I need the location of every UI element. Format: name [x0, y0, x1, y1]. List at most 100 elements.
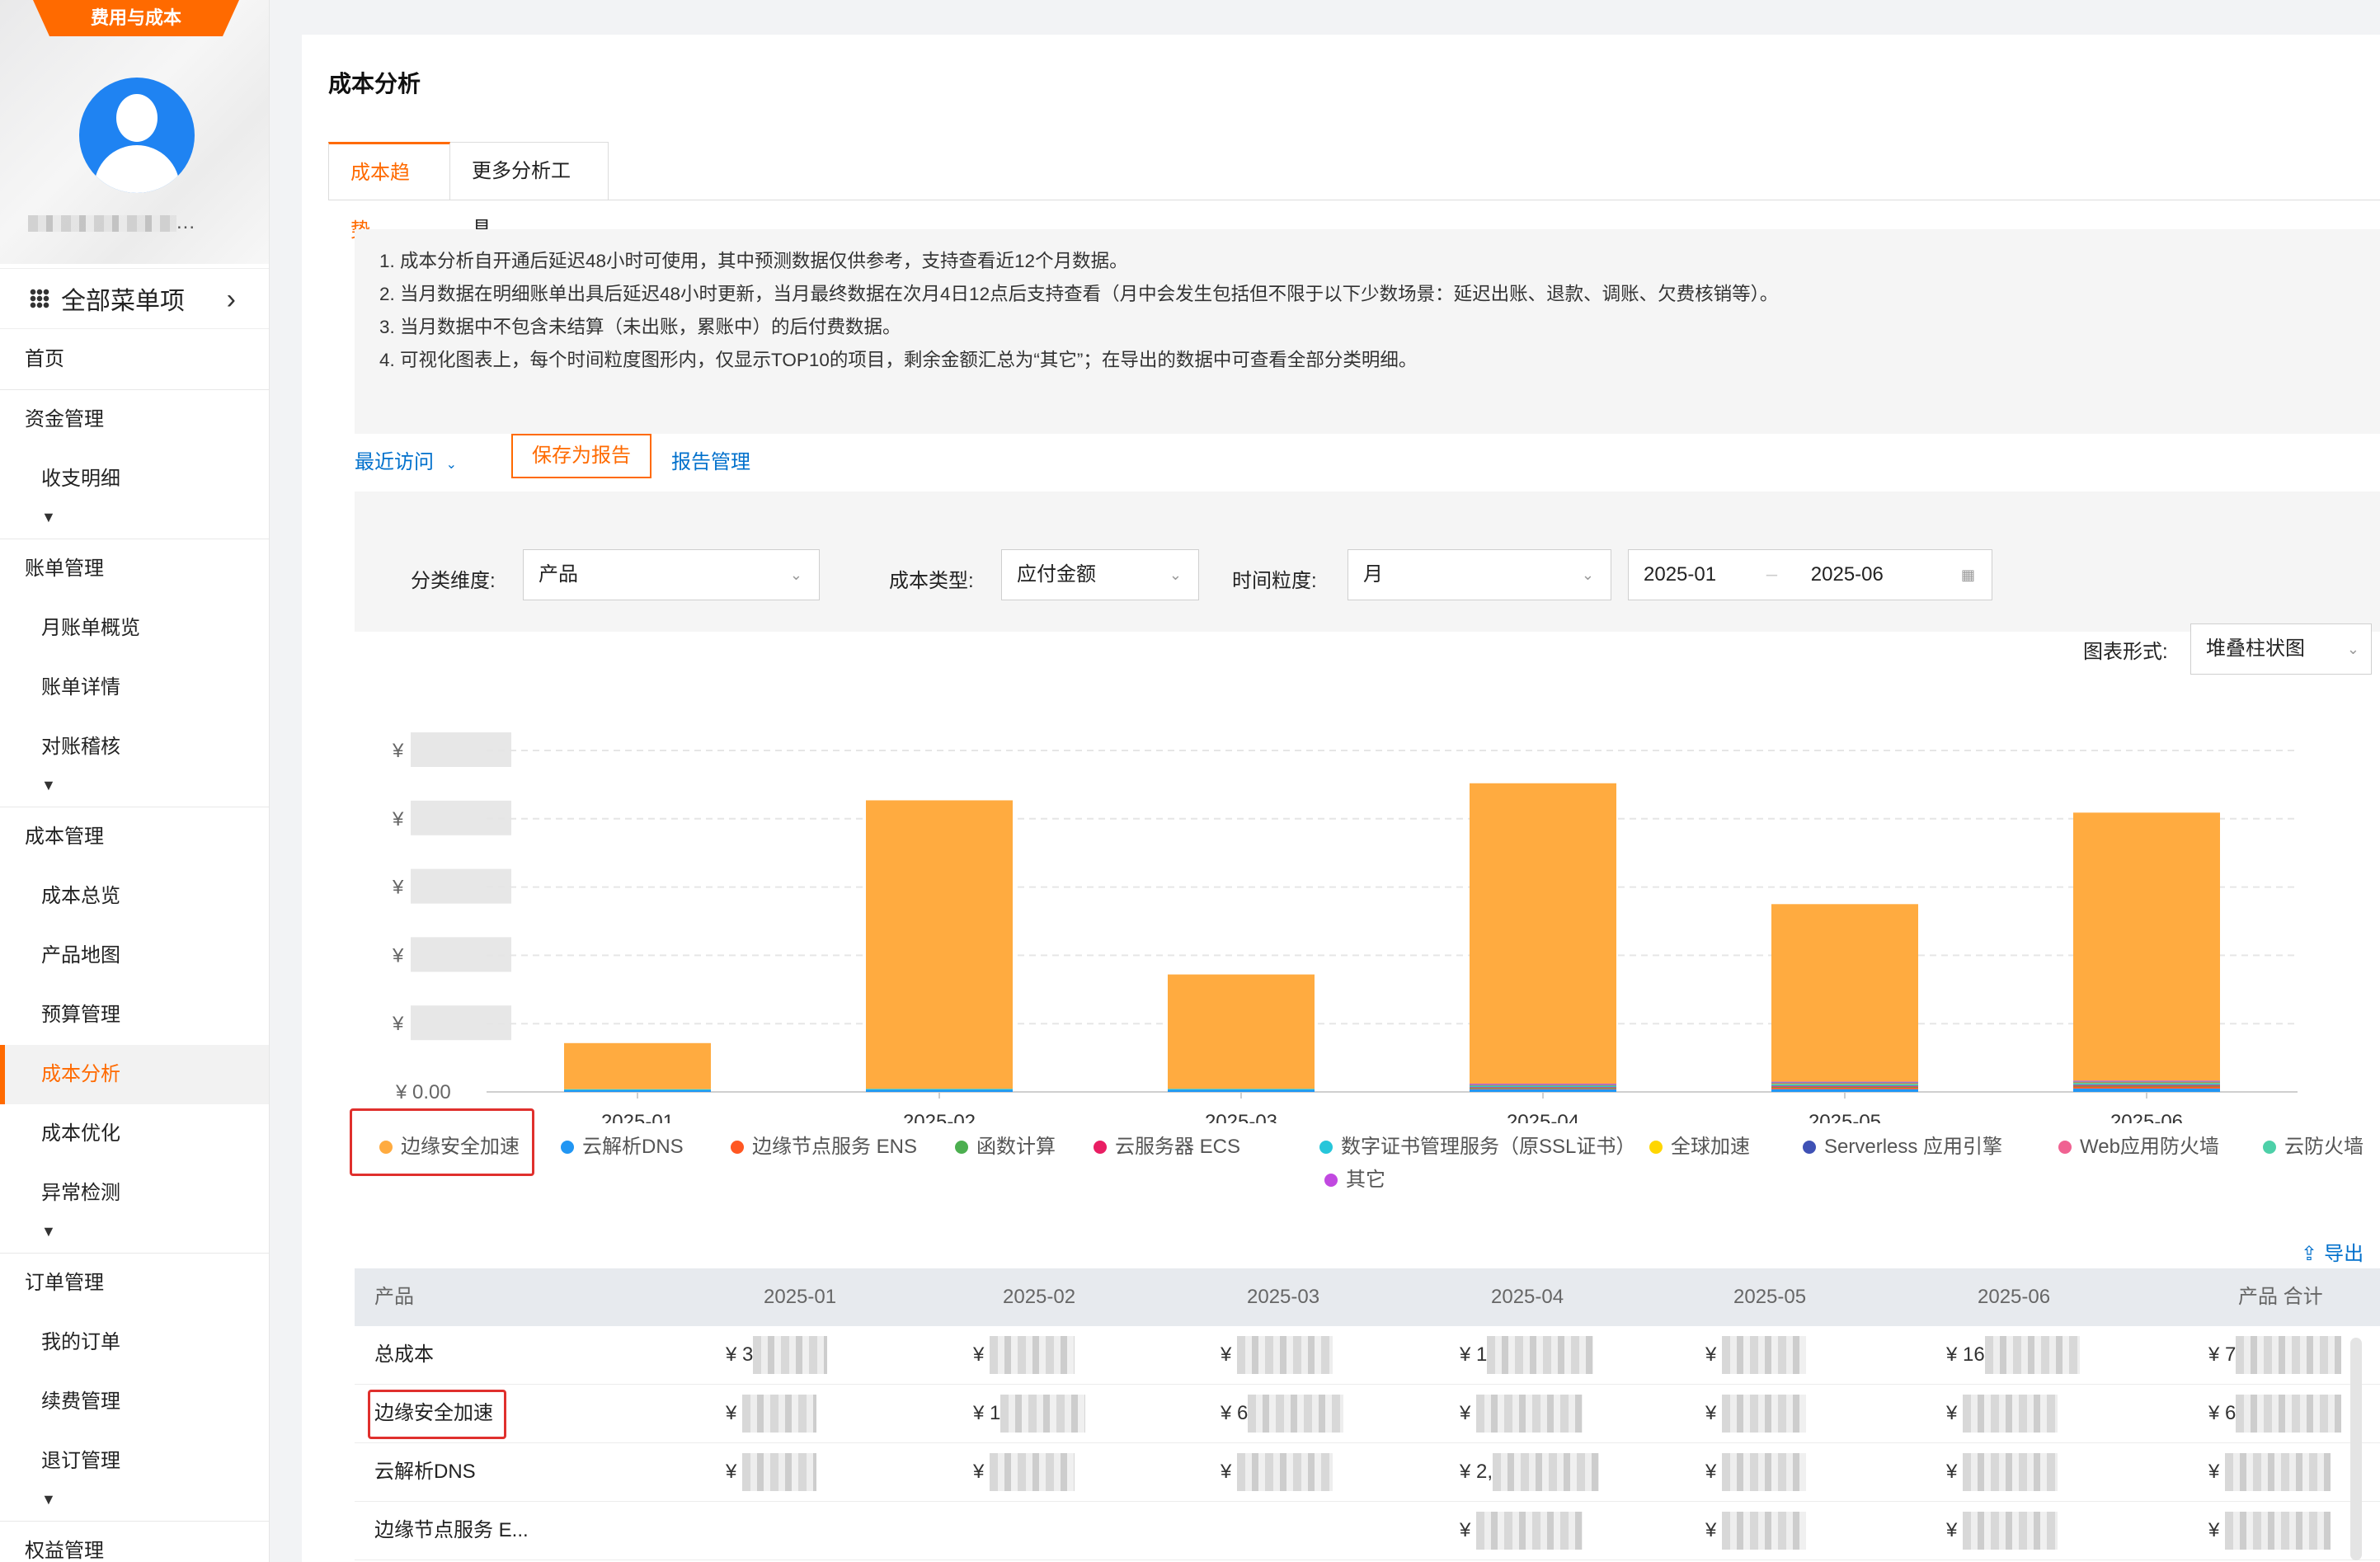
cell-value: ¥ [973, 1336, 1075, 1374]
date-end[interactable]: 2025-06 [1811, 563, 1884, 586]
sidebar-item-3[interactable]: 账单管理 [0, 539, 269, 599]
table-header: 产品 2025-01 2025-02 2025-03 2025-04 2025-05 202… [355, 1268, 2380, 1326]
cell-value: ¥ [1705, 1453, 1807, 1491]
legend-dot-icon [561, 1141, 574, 1154]
sidebar-item-16[interactable]: 续费管理 [0, 1372, 269, 1432]
tab-more-tools[interactable]: 更多分析工具 [450, 142, 609, 240]
report-manage-link[interactable]: 报告管理 [671, 445, 750, 474]
collapse-caret-icon[interactable]: ▼ [0, 509, 269, 539]
chart-type-value: 堆叠柱状图 [2206, 638, 2305, 660]
sidebar-menu: 首页 资金管理 收支明细 ▼ 账单管理 月账单概览 账单详情 对账稽核 ▼ 成本管理 成本总览 产品地… [0, 330, 269, 1562]
masked-value [1476, 1512, 1583, 1550]
masked-value [990, 1336, 1075, 1374]
cell-value: ¥ [1460, 1512, 1583, 1550]
recent-visits-dropdown[interactable]: 最近访问 ⌄ [355, 445, 457, 474]
export-button[interactable]: ⇪ 导出 [2301, 1237, 2364, 1266]
sidebar-item-7[interactable]: 成本管理 [0, 807, 269, 867]
table-row: 云解析DNS ¥ ¥ ¥ ¥ 2, ¥ ¥ ¥ [355, 1443, 2380, 1502]
bar-segment [2073, 1080, 2220, 1082]
dimension-select[interactable]: 产品 ⌄ [523, 549, 820, 600]
avatar[interactable] [79, 78, 195, 193]
y-tick-label: ¥ [392, 808, 404, 830]
y-tick-label: ¥ 0.00 [395, 1081, 451, 1103]
row-highlight-box [368, 1390, 506, 1439]
tab-cost-trend[interactable]: 成本趋势 [328, 142, 450, 242]
sidebar-item-2[interactable]: 收支明细 [0, 449, 269, 509]
sidebar-item-10[interactable]: 预算管理 [0, 986, 269, 1045]
legend-item[interactable]: 云防火墙 [2263, 1130, 2364, 1159]
avatar-head-icon [116, 94, 158, 142]
cell-value: ¥ 2, [1460, 1453, 1600, 1491]
legend-item[interactable]: Web应用防火墙 [2058, 1130, 2219, 1159]
dimension-label: 分类维度: [411, 570, 496, 592]
bar-segment [1470, 1089, 1616, 1092]
row-product-name: 总成本 [374, 1343, 434, 1366]
bar-segment [1470, 1087, 1616, 1089]
sidebar-item-13[interactable]: 异常检测 [0, 1164, 269, 1223]
chart-type-label: 图表形式: [2083, 641, 2168, 663]
bar-segment [1771, 1089, 1918, 1092]
date-range-picker[interactable]: 2025-01 – 2025-06 ▦ [1628, 549, 1992, 600]
table-scrollbar[interactable] [2350, 1338, 2362, 1560]
legend-item[interactable]: 数字证书管理服务（原SSL证书） [1319, 1130, 1635, 1159]
masked-value [1963, 1512, 2058, 1550]
grid-icon [30, 289, 49, 308]
bar-segment [1470, 783, 1616, 1084]
sidebar-item-17[interactable]: 退订管理 [0, 1432, 269, 1491]
x-tick-label: 2025-04 [1507, 1111, 1579, 1123]
dimension-value: 产品 [539, 563, 578, 586]
collapse-caret-icon[interactable]: ▼ [0, 1491, 269, 1521]
table-body: 总成本 ¥ 3 ¥ ¥ ¥ 1 ¥ ¥ 16 ¥ 7 边缘安全加速 ¥ ¥ 1 ¥ 6 ¥ ¥ … [355, 1326, 2380, 1560]
cost-type-select[interactable]: 应付金额 ⌄ [1001, 549, 1199, 600]
sidebar-item-18[interactable]: 权益管理 [0, 1521, 269, 1562]
legend-label: 边缘节点服务 ENS [752, 1136, 918, 1158]
collapse-caret-icon[interactable]: ▼ [0, 777, 269, 807]
sidebar-item-4[interactable]: 月账单概览 [0, 599, 269, 658]
masked-value [2236, 1395, 2342, 1433]
legend-item[interactable]: 全球加速 [1649, 1130, 1750, 1159]
export-icon: ⇪ [2301, 1243, 2318, 1265]
table-row: 边缘节点服务 E... ¥ ¥ ¥ ¥ [355, 1502, 2380, 1560]
sidebar-item-14[interactable]: 订单管理 [0, 1253, 269, 1313]
sidebar-item-8[interactable]: 成本总览 [0, 867, 269, 926]
chart-type-select[interactable]: 堆叠柱状图 ⌄ [2190, 623, 2372, 675]
legend-dot-icon [1094, 1141, 1107, 1154]
cell-value: ¥ [1705, 1512, 1807, 1550]
sidebar-item-12[interactable]: 成本优化 [0, 1104, 269, 1164]
legend-dot-icon [955, 1141, 968, 1154]
chevron-right-icon: › [226, 284, 236, 315]
date-start[interactable]: 2025-01 [1644, 563, 1716, 586]
legend-item[interactable]: 云解析DNS [561, 1130, 684, 1159]
masked-value [1963, 1395, 2058, 1433]
collapse-caret-icon[interactable]: ▼ [0, 1223, 269, 1253]
x-tick-label: 2025-03 [1205, 1111, 1277, 1123]
save-report-button[interactable]: 保存为报告 [511, 434, 651, 478]
sidebar-item-1[interactable]: 资金管理 [0, 389, 269, 449]
sidebar-item-11[interactable]: 成本分析 [0, 1045, 269, 1104]
bar-segment [564, 1089, 711, 1090]
stacked-bar-chart: ¥ 0.00 ¥ ¥ ¥ ¥ ¥2025-01 2025-02 2025-03 2025-04 2… [392, 732, 2298, 1123]
sidebar-item-5[interactable]: 账单详情 [0, 658, 269, 717]
legend-item[interactable]: 函数计算 [955, 1130, 1056, 1159]
legend-item[interactable]: 其它 [1324, 1163, 1385, 1192]
sidebar-item-9[interactable]: 产品地图 [0, 926, 269, 986]
cell-value: ¥ [2208, 1512, 2331, 1550]
calendar-icon: ▦ [1960, 567, 1975, 583]
legend-item[interactable]: 云服务器 ECS [1094, 1130, 1240, 1159]
masked-value [1476, 1395, 1583, 1433]
cell-value: ¥ 6 [1221, 1395, 1344, 1433]
cell-value: ¥ 1 [973, 1395, 1086, 1433]
granularity-select[interactable]: 月 ⌄ [1348, 549, 1611, 600]
cell-value: ¥ 6 [2208, 1395, 2342, 1433]
cell-value: ¥ [726, 1395, 817, 1433]
sidebar-item-15[interactable]: 我的订单 [0, 1313, 269, 1372]
y-tick-label: ¥ [392, 740, 404, 762]
sidebar-item-0[interactable]: 首页 [0, 330, 269, 389]
legend-item[interactable]: 边缘节点服务 ENS [731, 1130, 917, 1159]
legend-item[interactable]: Serverless 应用引擎 [1803, 1130, 2002, 1159]
bar-segment [1771, 1081, 1918, 1083]
all-menu-button[interactable]: 全部菜单项 › [0, 268, 269, 329]
sidebar-item-6[interactable]: 对账稽核 [0, 717, 269, 777]
table-row: 总成本 ¥ 3 ¥ ¥ ¥ 1 ¥ ¥ 16 ¥ 7 [355, 1326, 2380, 1385]
filter-bar: 分类维度: 产品 ⌄ 成本类型: 应付金额 ⌄ 时间粒度: 月 ⌄ 2025-0… [355, 492, 2380, 632]
